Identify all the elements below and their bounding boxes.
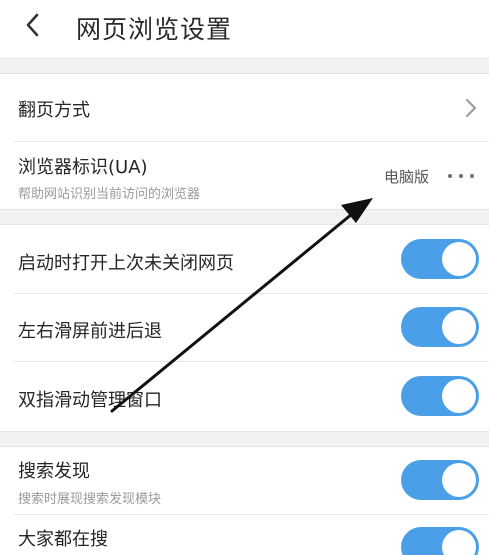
setting-label: 大家都在搜 (18, 529, 108, 550)
setting-swipe-nav: 左右滑屏前进后退 (0, 294, 489, 362)
page-title: 网页浏览设置 (76, 15, 233, 44)
toggle-knob (442, 530, 476, 555)
more-dots-icon[interactable] (447, 171, 475, 181)
header-bar: 网页浏览设置 (0, 0, 489, 58)
chevron-right-icon (465, 98, 477, 118)
setting-label: 双指滑动管理窗口 (18, 390, 162, 411)
setting-label: 左右滑屏前进后退 (18, 321, 162, 342)
ua-value[interactable]: 电脑版 (384, 166, 429, 187)
setting-label: 浏览器标识(UA) (18, 157, 148, 178)
toggle-knob (442, 310, 476, 344)
setting-description: 帮助网站识别当前访问的浏览器 (18, 187, 201, 202)
section-gap (0, 58, 489, 74)
setting-label: 启动时打开上次未关闭网页 (18, 253, 234, 274)
setting-reopen-last: 启动时打开上次未关闭网页 (0, 225, 489, 294)
chevron-left-icon (26, 13, 39, 37)
section-gap (0, 209, 489, 225)
setting-label: 搜索发现 (18, 461, 90, 482)
swipe-nav-toggle[interactable] (401, 307, 479, 347)
setting-label: 翻页方式 (18, 100, 90, 121)
setting-trending: 大家都在搜 (0, 515, 489, 555)
setting-user-agent[interactable]: 浏览器标识(UA) 帮助网站识别当前访问的浏览器 电脑版 (0, 142, 489, 209)
setting-two-finger: 双指滑动管理窗口 (0, 362, 489, 431)
toggle-knob (442, 463, 476, 497)
setting-page-turn[interactable]: 翻页方式 (0, 74, 489, 142)
search-discover-toggle[interactable] (401, 460, 479, 500)
two-finger-toggle[interactable] (401, 376, 479, 416)
reopen-last-toggle[interactable] (401, 239, 479, 279)
section-gap (0, 431, 489, 447)
trending-toggle[interactable] (401, 527, 479, 555)
setting-description: 搜索时展现搜索发现模块 (18, 492, 162, 507)
toggle-knob (442, 242, 476, 276)
back-button[interactable] (16, 8, 50, 42)
toggle-knob (442, 379, 476, 413)
setting-search-discover: 搜索发现 搜索时展现搜索发现模块 (0, 447, 489, 515)
